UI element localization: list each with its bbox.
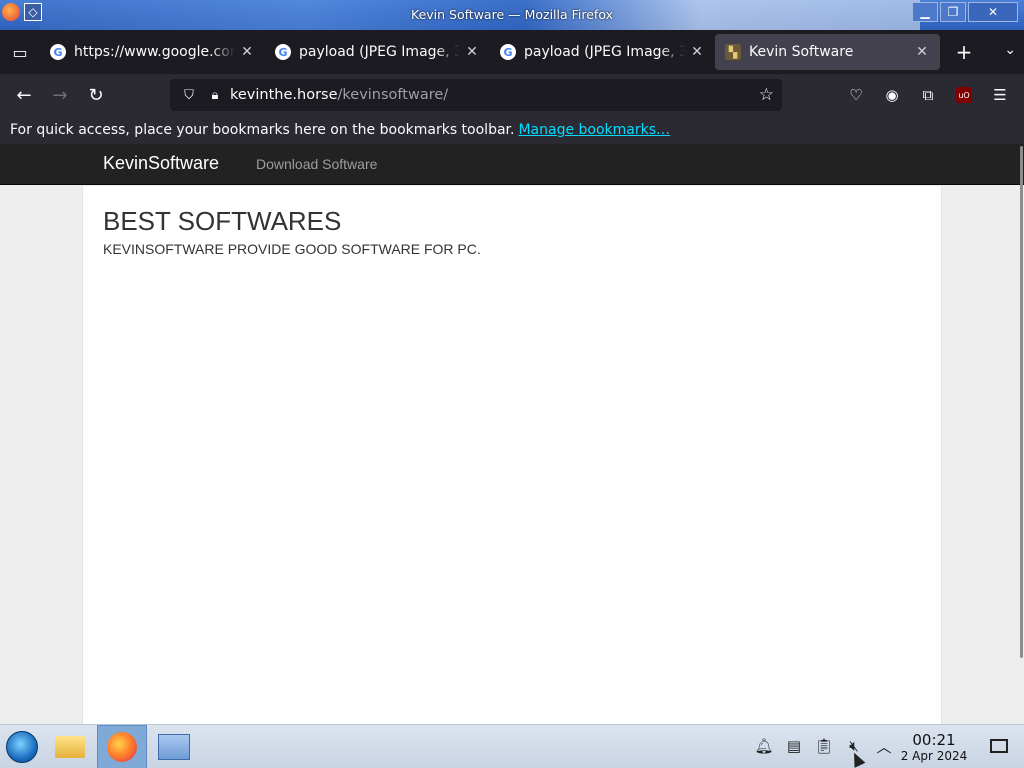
tab-kevin-software[interactable]: ▚ Kevin Software ✕ xyxy=(715,34,940,70)
firefox-view-icon: ▭ xyxy=(12,42,28,62)
url-bar[interactable]: ⛉ 🔒︎ kevinthe.horse/kevinsoftware/ ☆ xyxy=(170,79,782,111)
chevron-down-icon: ⌄ xyxy=(1004,42,1016,58)
window-controls: ▁ ❐ ✕ xyxy=(912,2,1018,22)
minimize-button[interactable]: ▁ xyxy=(912,2,938,22)
tracking-protection-shield-icon[interactable]: ⛉ xyxy=(178,88,200,103)
windows-orb-icon xyxy=(6,731,38,763)
close-tab-icon[interactable]: ✕ xyxy=(914,44,930,60)
monitor-icon xyxy=(158,734,190,760)
page-viewport: KevinSoftware Download Software BEST SOF… xyxy=(0,144,1024,724)
bookmark-star-icon[interactable]: ☆ xyxy=(759,85,774,105)
taskbar-firefox[interactable] xyxy=(97,725,147,768)
window-title: Kevin Software — Mozilla Firefox xyxy=(411,7,613,22)
tab-label: Kevin Software xyxy=(749,44,854,60)
tab-payload-1[interactable]: G payload (JPEG Image, 30 ✕ xyxy=(265,34,490,70)
arrow-right-icon: → xyxy=(52,84,68,106)
firefox-view-button[interactable]: ▭ xyxy=(0,30,40,74)
google-icon: G xyxy=(275,44,291,60)
tab-label: https://www.google.com/ xyxy=(74,44,235,60)
taskbar-file-manager[interactable] xyxy=(48,729,92,765)
extensions-puzzle-icon[interactable]: ⧉ xyxy=(912,79,944,111)
tray-expand-chevron-icon[interactable]: ︿ xyxy=(874,733,894,759)
close-tab-icon[interactable]: ✕ xyxy=(464,44,480,60)
kevin-software-favicon: ▚ xyxy=(725,44,741,60)
bookmarks-toolbar: For quick access, place your bookmarks h… xyxy=(0,116,1024,144)
reload-button[interactable]: ↻ xyxy=(78,79,114,111)
site-navbar: KevinSoftware Download Software xyxy=(0,144,1024,185)
tab-google[interactable]: G https://www.google.com/ ✕ xyxy=(40,34,265,70)
notifications-bell-icon[interactable]: 🔔︎ xyxy=(754,733,774,759)
firefox-icon xyxy=(107,732,137,762)
download-software-link[interactable]: Download Software xyxy=(256,156,377,172)
tab-label: payload (JPEG Image, 30 xyxy=(299,44,460,60)
network-icon[interactable]: ▤ xyxy=(784,733,804,759)
back-button[interactable]: ← xyxy=(6,79,42,111)
tab-strip: ▭ G https://www.google.com/ ✕ G payload … xyxy=(0,30,1024,74)
system-tray: 🔔︎ ▤ 📋︎ 🔇︎ ︿ xyxy=(754,733,894,759)
manage-bookmarks-link[interactable]: Manage bookmarks… xyxy=(518,122,670,138)
taskbar-clock[interactable]: 00:21 2 Apr 2024 xyxy=(896,731,972,763)
page-scrollbar[interactable] xyxy=(1018,144,1024,724)
show-desktop-button[interactable] xyxy=(990,739,1008,753)
clock-date: 2 Apr 2024 xyxy=(900,749,968,763)
pocket-icon[interactable]: ♡ xyxy=(840,79,872,111)
page-tagline: KEVINSOFTWARE PROVIDE GOOD SOFTWARE FOR … xyxy=(103,241,481,257)
list-all-tabs-button[interactable]: ⌄ xyxy=(1004,42,1016,58)
restore-button[interactable]: ❐ xyxy=(940,2,966,22)
close-tab-icon[interactable]: ✕ xyxy=(239,44,255,60)
tab-label: payload (JPEG Image, 30 xyxy=(524,44,685,60)
taskbar: 🔔︎ ▤ 📋︎ 🔇︎ ︿ 00:21 2 Apr 2024 xyxy=(0,724,1024,768)
navigation-toolbar: ← → ↻ ⛉ 🔒︎ kevinthe.horse/kevinsoftware/… xyxy=(0,74,1024,116)
url-host: kevinthe.horse xyxy=(230,87,338,103)
ublock-origin-icon[interactable]: uO xyxy=(956,87,972,103)
site-brand-link[interactable]: KevinSoftware xyxy=(103,153,219,174)
hamburger-menu-icon[interactable]: ☰ xyxy=(984,79,1016,111)
google-icon: G xyxy=(500,44,516,60)
google-icon: G xyxy=(50,44,66,60)
scrollbar-thumb[interactable] xyxy=(1020,146,1023,658)
new-tab-button[interactable]: + xyxy=(944,34,984,70)
close-tab-icon[interactable]: ✕ xyxy=(689,44,705,60)
taskbar-system-settings[interactable] xyxy=(152,729,196,765)
site-info-lock-icon[interactable]: 🔒︎ xyxy=(204,88,226,103)
forward-button[interactable]: → xyxy=(42,79,78,111)
folder-icon xyxy=(55,736,85,758)
toolbar-actions: ♡ ◉ ⧉ uO ☰ xyxy=(840,79,1016,111)
start-button[interactable] xyxy=(0,729,44,765)
url-path: /kevinsoftware/ xyxy=(337,87,449,103)
main-content: BEST SOFTWARES KEVINSOFTWARE PROVIDE GOO… xyxy=(82,186,942,724)
reload-icon: ↻ xyxy=(88,84,104,106)
account-icon[interactable]: ◉ xyxy=(876,79,908,111)
clipboard-icon[interactable]: 📋︎ xyxy=(814,733,834,759)
page-heading: BEST SOFTWARES xyxy=(103,206,342,236)
bookmarks-hint-text: For quick access, place your bookmarks h… xyxy=(10,122,515,138)
close-window-button[interactable]: ✕ xyxy=(968,2,1018,22)
arrow-left-icon: ← xyxy=(16,84,32,106)
window-titlebar: ◇ Kevin Software — Mozilla Firefox ▁ ❐ ✕ xyxy=(0,0,1024,30)
plus-icon: + xyxy=(955,40,973,64)
tab-payload-2[interactable]: G payload (JPEG Image, 30 ✕ xyxy=(490,34,715,70)
clock-time: 00:21 xyxy=(912,731,956,749)
